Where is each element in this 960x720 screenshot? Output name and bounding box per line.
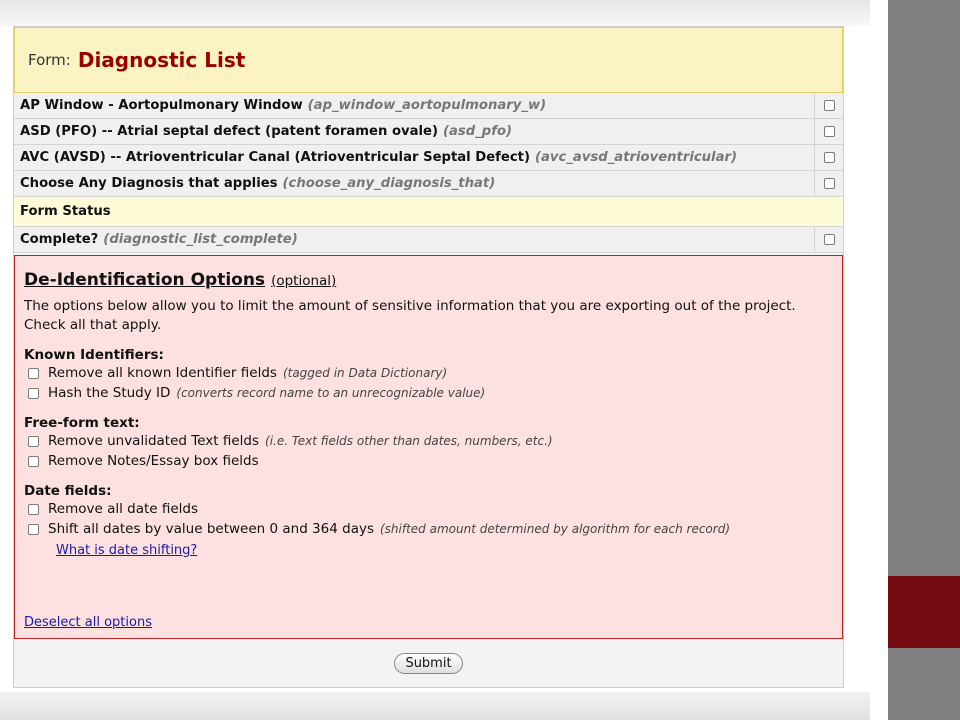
slide-bottom-strip xyxy=(0,692,870,720)
field-checkbox-cell xyxy=(814,171,843,196)
field-checkbox-ap-window[interactable] xyxy=(823,100,835,111)
deidentification-panel: De-Identification Options (optional) The … xyxy=(14,255,843,639)
option-note: (tagged in Data Dictionary) xyxy=(282,366,448,380)
deid-description: The options below allow you to limit the… xyxy=(24,298,796,333)
option-note: (shifted amount determined by algorithm … xyxy=(379,522,730,536)
field-label: Choose Any Diagnosis that applies (choose… xyxy=(20,176,496,191)
field-checkbox-complete[interactable] xyxy=(823,234,835,245)
slide-side-accent xyxy=(888,576,960,648)
field-label: AP Window - Aortopulmonary Window (ap_win… xyxy=(20,98,547,113)
option-note: (converts record name to an unrecognizab… xyxy=(176,386,486,400)
field-label: AVC (AVSD) -- Atrioventricular Canal (At… xyxy=(20,150,738,165)
field-row-ap-window: AP Window - Aortopulmonary Window (ap_win… xyxy=(14,93,843,119)
option-hash-study-id[interactable]: Hash the Study ID (converts record name t… xyxy=(28,383,833,403)
field-checkbox-asd-pfo[interactable] xyxy=(823,126,835,137)
submit-button[interactable]: Submit xyxy=(394,652,463,674)
option-checkbox[interactable] xyxy=(28,523,39,535)
option-checkbox[interactable] xyxy=(28,387,39,399)
field-variable: (ap_window_aortopulmonary_w) xyxy=(307,98,547,113)
option-remove-text-fields[interactable]: Remove unvalidated Text fields (i.e. Text… xyxy=(28,431,833,451)
field-variable: (avc_avsd_atrioventricular) xyxy=(535,150,738,165)
form-header: Form: Diagnostic List xyxy=(14,27,843,93)
deselect-all-link[interactable]: Deselect all options xyxy=(24,615,152,630)
deid-title: De-Identification Options (optional) xyxy=(24,270,337,290)
known-identifiers-heading: Known Identifiers: xyxy=(24,347,164,363)
option-checkbox[interactable] xyxy=(28,503,39,515)
option-checkbox[interactable] xyxy=(28,367,39,379)
form-prefix: Form: xyxy=(28,51,71,69)
field-checkbox-cell xyxy=(814,227,843,252)
form-title: Diagnostic List xyxy=(77,48,246,72)
field-checkbox-cell xyxy=(814,93,843,118)
field-variable: (diagnostic_list_complete) xyxy=(103,232,298,247)
form-status-header: Form Status xyxy=(14,197,843,227)
field-checkbox-avc-avsd[interactable] xyxy=(823,152,835,163)
option-remove-identifiers[interactable]: Remove all known Identifier fields (tagge… xyxy=(28,363,833,383)
option-shift-dates[interactable]: Shift all dates by value between 0 and 3… xyxy=(28,519,833,539)
field-row-asd-pfo: ASD (PFO) -- Atrial septal defect (paten… xyxy=(14,119,843,145)
slide-gutter xyxy=(870,0,888,720)
form-status-label: Form Status xyxy=(20,204,111,219)
field-row-complete: Complete? (diagnostic_list_complete) xyxy=(14,227,843,253)
field-row-avc-avsd: AVC (AVSD) -- Atrioventricular Canal (At… xyxy=(14,145,843,171)
field-variable: (choose_any_diagnosis_that) xyxy=(282,176,496,191)
option-checkbox[interactable] xyxy=(28,435,39,447)
export-form: Form: Diagnostic List AP Window - Aortop… xyxy=(13,26,844,688)
option-note: (i.e. Text fields other than dates, numb… xyxy=(265,434,553,448)
deid-optional-note: (optional) xyxy=(271,273,337,289)
free-form-heading: Free-form text: xyxy=(24,415,140,431)
field-checkbox-cell xyxy=(814,119,843,144)
field-checkbox-cell xyxy=(814,145,843,170)
submit-area: Submit xyxy=(14,639,843,687)
field-row-choose-diagnosis: Choose Any Diagnosis that applies (choose… xyxy=(14,171,843,197)
option-checkbox[interactable] xyxy=(28,455,39,467)
option-remove-date-fields[interactable]: Remove all date fields xyxy=(28,499,833,519)
date-fields-heading: Date fields: xyxy=(24,483,112,499)
slide-top-bar xyxy=(0,0,870,26)
field-label: ASD (PFO) -- Atrial septal defect (paten… xyxy=(20,124,513,139)
field-checkbox-choose-diagnosis[interactable] xyxy=(823,178,835,189)
field-variable: (asd_pfo) xyxy=(443,124,513,139)
date-shifting-help-link[interactable]: What is date shifting? xyxy=(56,543,197,558)
option-remove-notes-fields[interactable]: Remove Notes/Essay box fields xyxy=(28,451,833,471)
field-label: Complete? (diagnostic_list_complete) xyxy=(20,232,298,247)
